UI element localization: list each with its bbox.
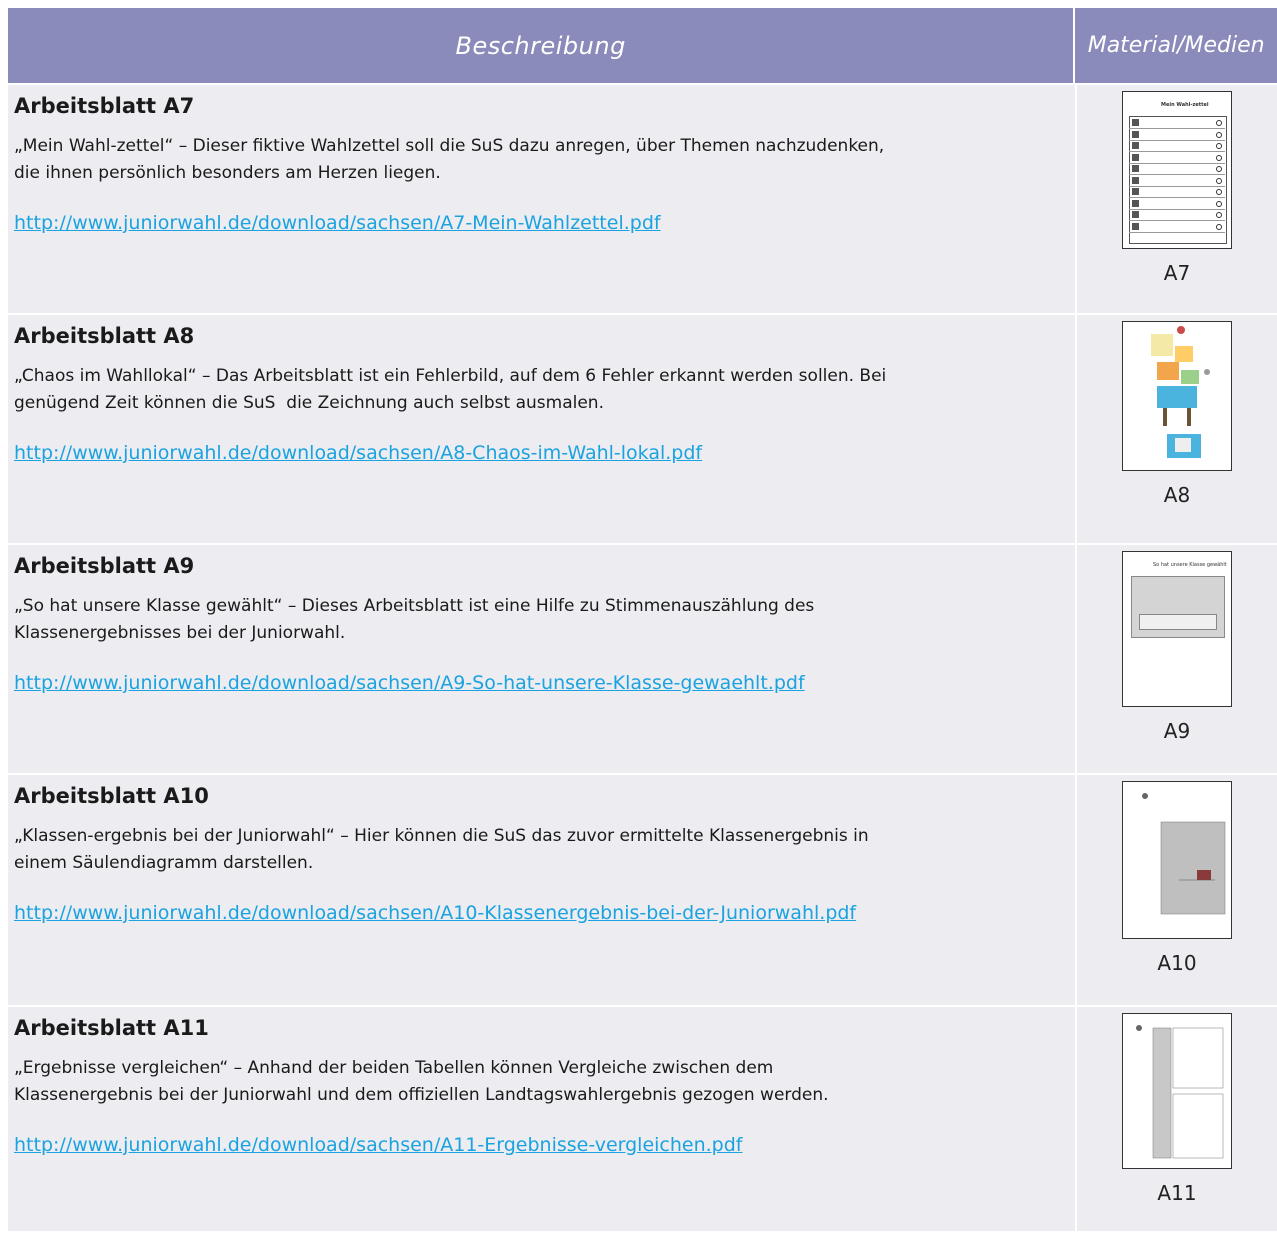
material-cell: A11 [1077, 1007, 1277, 1231]
description-cell: Arbeitsblatt A8 „Chaos im Wahllokal“ – D… [8, 315, 1075, 543]
header-beschreibung: Beschreibung [455, 31, 626, 60]
worksheet-description: „So hat unsere Klasse gewählt“ – Dieses … [14, 596, 815, 643]
ballot-line [1129, 174, 1225, 175]
ballot-circle [1216, 131, 1222, 138]
ballot-line [1129, 128, 1225, 129]
table-row-a9: Arbeitsblatt A9 „So hat unsere Klasse ge… [8, 545, 1277, 773]
worksheet-title: Arbeitsblatt A11 [14, 1016, 209, 1040]
thumbnail-caption: A11 [1157, 1181, 1197, 1205]
header-material-line: Material/ [1087, 33, 1185, 58]
worksheet-description: „Klassen-ergebnis bei der Juniorwahl“ – … [14, 826, 869, 873]
ballot-circle [1216, 189, 1222, 195]
ballot-symbol [1132, 130, 1139, 138]
thumb-title: Mein Wahl-zettel [1161, 102, 1209, 108]
ballot-circle [1216, 166, 1222, 172]
thumb-title: So hat unsere Klasse gewählt [1153, 562, 1227, 568]
ballot-circle [1216, 120, 1222, 126]
download-link-a10[interactable]: http://www.juniorwahl.de/download/sachse… [14, 901, 1075, 925]
download-link-a7[interactable]: http://www.juniorwahl.de/download/sachse… [14, 211, 1075, 235]
worksheet-title: Arbeitsblatt A7 [14, 94, 195, 118]
ballot-circle [1216, 223, 1222, 230]
worksheet-thumbnail-a10[interactable] [1122, 781, 1232, 939]
ballot-circle [1216, 177, 1222, 184]
thumbnail-caption: A7 [1163, 261, 1191, 285]
table-header: Beschreibung Material/ Medien [8, 8, 1277, 83]
ballot-symbol [1132, 153, 1139, 161]
description-cell: Arbeitsblatt A10 „Klassen-ergebnis bei d… [8, 775, 1075, 1005]
ballot-symbol [1132, 176, 1139, 184]
table-row-a8: Arbeitsblatt A8 „Chaos im Wahllokal“ – D… [8, 315, 1277, 543]
tally-table [1139, 614, 1217, 630]
ballot-circle [1216, 200, 1222, 207]
worksheet-thumbnail-a7[interactable]: Mein Wahl-zettel [1122, 91, 1232, 249]
table-row-a10: Arbeitsblatt A10 „Klassen-ergebnis bei d… [8, 775, 1277, 1005]
worksheet-description: „Mein Wahl-zettel“ – Dieser fiktive Wahl… [14, 136, 885, 183]
ballot-line [1129, 162, 1225, 164]
ballot-symbol [1132, 119, 1139, 126]
worksheet-title: Arbeitsblatt A9 [14, 554, 195, 578]
comparison-tables-sketch [1136, 1025, 1224, 1159]
bar-chart-sketch [1142, 793, 1226, 915]
table-row-a7: Arbeitsblatt A7 „Mein Wahl-zettel“ – Die… [8, 85, 1277, 313]
material-table: Beschreibung Material/ Medien Arbeitsbla… [8, 8, 1277, 1231]
material-cell: Mein Wahl-zettel A7 [1077, 85, 1277, 313]
material-cell: A8 [1077, 315, 1277, 543]
ballot-box [1129, 116, 1227, 244]
ballot-line [1129, 139, 1225, 141]
material-cell: A10 [1077, 775, 1277, 1005]
worksheet-title: Arbeitsblatt A10 [14, 784, 209, 808]
ballot-symbol [1132, 211, 1139, 218]
header-medien-line: Medien [1184, 33, 1265, 58]
material-cell: So hat unsere Klasse gewählt A9 [1077, 545, 1277, 773]
worksheet-title: Arbeitsblatt A8 [14, 324, 195, 348]
ballot-circle [1216, 212, 1222, 218]
ballot-symbol [1132, 222, 1139, 230]
ballot-symbol [1132, 188, 1139, 195]
description-cell: Arbeitsblatt A11 „Ergebnisse vergleichen… [8, 1007, 1075, 1231]
header-material-medien: Material/ Medien [1073, 8, 1277, 83]
ballot-line [1129, 231, 1225, 233]
ballot-symbol [1132, 199, 1139, 207]
worksheet-thumbnail-a8[interactable] [1122, 321, 1232, 471]
ballot-line [1129, 197, 1225, 198]
worksheet-description: „Ergebnisse vergleichen“ – Anhand der be… [14, 1058, 829, 1105]
ballot-line [1129, 185, 1225, 187]
ballot-symbol [1132, 142, 1139, 149]
thumbnail-caption: A8 [1163, 483, 1191, 507]
download-link-a9[interactable]: http://www.juniorwahl.de/download/sachse… [14, 671, 1075, 695]
thumbnail-caption: A9 [1163, 719, 1191, 743]
download-link-a8[interactable]: http://www.juniorwahl.de/download/sachse… [14, 441, 1075, 465]
table-row-a11: Arbeitsblatt A11 „Ergebnisse vergleichen… [8, 1007, 1277, 1231]
description-cell: Arbeitsblatt A7 „Mein Wahl-zettel“ – Die… [8, 85, 1075, 313]
thumbnail-caption: A10 [1157, 951, 1197, 975]
worksheet-thumbnail-a11[interactable] [1122, 1013, 1232, 1169]
ballot-symbol [1132, 165, 1139, 172]
worksheet-thumbnail-a9[interactable]: So hat unsere Klasse gewählt [1122, 551, 1232, 707]
ballot-line [1129, 151, 1225, 152]
ballot-line [1129, 208, 1225, 210]
ballot-line [1129, 220, 1225, 221]
description-cell: Arbeitsblatt A9 „So hat unsere Klasse ge… [8, 545, 1075, 773]
worksheet-description: „Chaos im Wahllokal“ – Das Arbeitsblatt … [14, 366, 887, 413]
polling-station-illustration [1151, 326, 1210, 458]
ballot-circle [1216, 143, 1222, 149]
ballot-circle [1216, 154, 1222, 161]
download-link-a11[interactable]: http://www.juniorwahl.de/download/sachse… [14, 1133, 1075, 1157]
